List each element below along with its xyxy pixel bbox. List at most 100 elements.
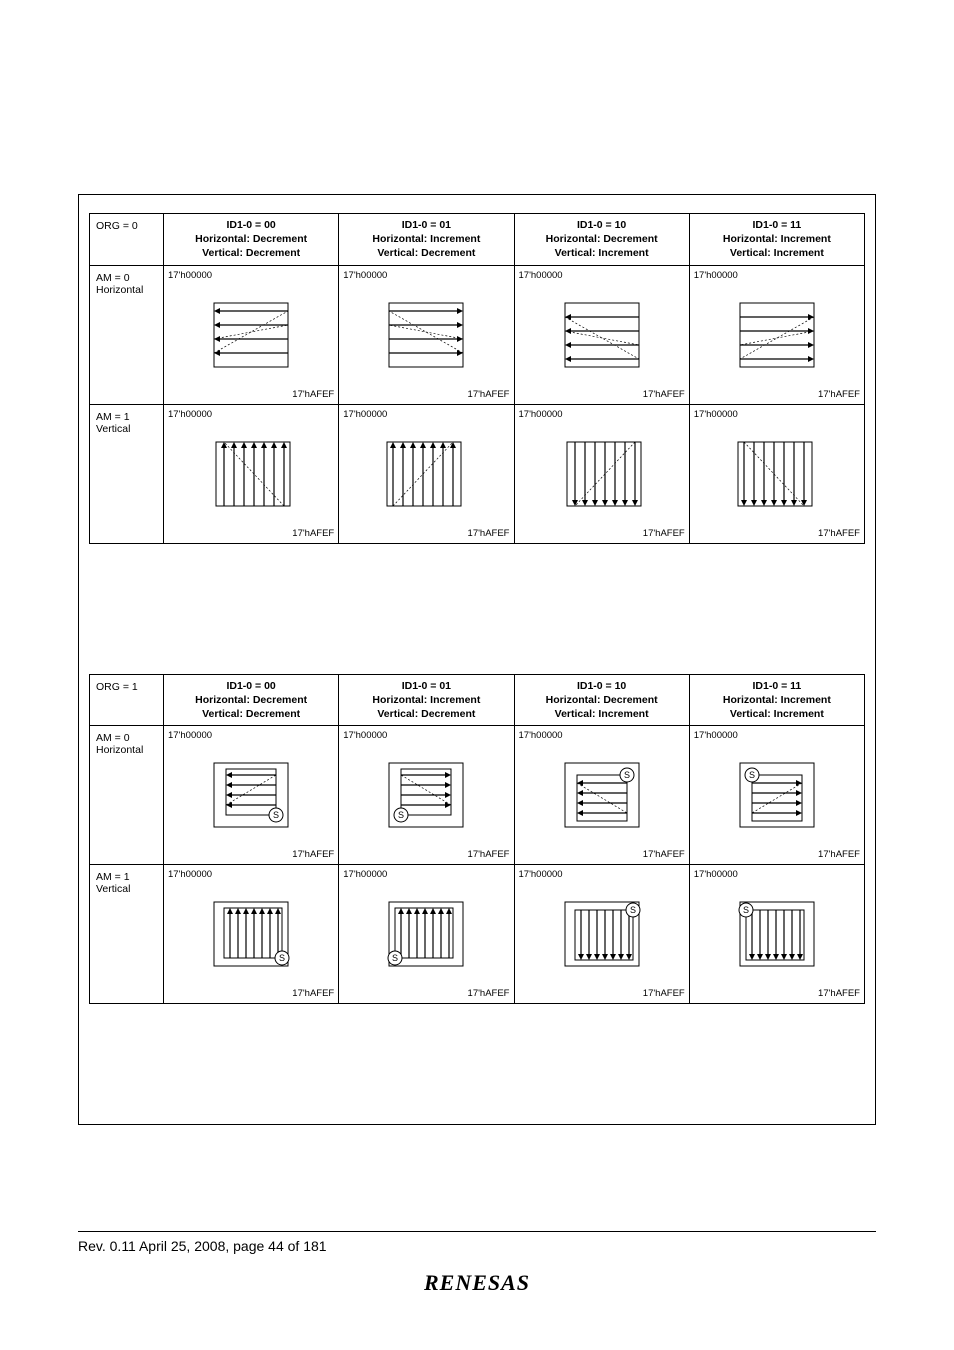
page-footer: Rev. 0.11 April 25, 2008, page 44 of 181… bbox=[78, 1231, 876, 1296]
addr-start: 17'h00000 bbox=[168, 409, 212, 420]
addr-start: 17'h00000 bbox=[343, 730, 387, 741]
col-hdr-2: ID1-0 = 10 Horizontal: Decrement Vertica… bbox=[514, 214, 689, 266]
row-head-0-1-l1: AM = 1 bbox=[96, 411, 157, 423]
scan-diagram-icon: S bbox=[515, 883, 689, 985]
col-hdr-1-l2: Horizontal: Increment bbox=[345, 232, 507, 246]
svg-text:S: S bbox=[273, 810, 279, 820]
addr-end: 17'hAFEF bbox=[818, 389, 860, 400]
col-hdr-b1-1-l3: Vertical: Decrement bbox=[345, 707, 507, 721]
col-hdr-0-l3: Vertical: Decrement bbox=[170, 246, 332, 260]
addr-start: 17'h00000 bbox=[168, 730, 212, 741]
addr-end: 17'hAFEF bbox=[643, 528, 685, 539]
scan-diagram-icon: S bbox=[515, 744, 689, 846]
renesas-logo: RENESAS bbox=[78, 1270, 876, 1296]
scan-diagram-icon bbox=[515, 284, 689, 386]
addr-end: 17'hAFEF bbox=[643, 849, 685, 860]
addr-end: 17'hAFEF bbox=[818, 528, 860, 539]
footer-rev: Rev. 0.11 April 25, 2008, page 44 of 181 bbox=[78, 1238, 327, 1254]
corner-org1-label: ORG = 1 bbox=[96, 681, 138, 693]
scan-diagram-icon bbox=[690, 284, 864, 386]
scan-diagram-icon bbox=[690, 423, 864, 525]
col-hdr-b1-1: ID1-0 = 01 Horizontal: Increment Vertica… bbox=[339, 674, 514, 726]
svg-text:S: S bbox=[279, 953, 285, 963]
addr-end: 17'hAFEF bbox=[292, 849, 334, 860]
scan-diagram-icon: S bbox=[690, 744, 864, 846]
addr-end: 17'hAFEF bbox=[818, 849, 860, 860]
svg-text:S: S bbox=[743, 905, 749, 915]
scan-diagram-icon bbox=[515, 423, 689, 525]
svg-text:S: S bbox=[398, 810, 404, 820]
cell-org0-am0-id10: 17'h00000 17'hAFEF bbox=[514, 265, 689, 404]
addr-end: 17'hAFEF bbox=[643, 988, 685, 999]
addr-end: 17'hAFEF bbox=[468, 389, 510, 400]
col-hdr-0-l1: ID1-0 = 00 bbox=[170, 218, 332, 232]
diagram-table-org0: ORG = 0 ID1-0 = 00 Horizontal: Decrement… bbox=[89, 213, 865, 544]
col-hdr-1: ID1-0 = 01 Horizontal: Increment Vertica… bbox=[339, 214, 514, 266]
addr-start: 17'h00000 bbox=[343, 409, 387, 420]
addr-end: 17'hAFEF bbox=[292, 528, 334, 539]
addr-start: 17'h00000 bbox=[694, 730, 738, 741]
scan-diagram-icon bbox=[339, 423, 513, 525]
cell-org1-am0-id01: 17'h00000 17'hAFEF bbox=[339, 726, 514, 865]
cell-org1-am0-id00: 17'h00000 17'hAFEF bbox=[164, 726, 339, 865]
addr-start: 17'h00000 bbox=[519, 869, 563, 880]
addr-end: 17'hAFEF bbox=[292, 988, 334, 999]
col-hdr-3-l1: ID1-0 = 11 bbox=[696, 218, 858, 232]
row-head-0-1: AM = 1 Vertical bbox=[90, 404, 164, 543]
figure-frame: ORG = 0 ID1-0 = 00 Horizontal: Decrement… bbox=[78, 194, 876, 1125]
addr-start: 17'h00000 bbox=[694, 409, 738, 420]
cell-org0-am1-id10: 17'h00000 17'hAFEF bbox=[514, 404, 689, 543]
cell-org1-am1-id00: 17'h00000 17'hAFEF bbox=[164, 865, 339, 1004]
svg-text:S: S bbox=[630, 905, 636, 915]
table-gap bbox=[89, 544, 865, 674]
row-head-1-1: AM = 1 Vertical bbox=[90, 865, 164, 1004]
cell-org1-am1-id11: 17'h00000 17'hAFEF bbox=[689, 865, 864, 1004]
cell-org1-am0-id11: 17'h00000 17'hAFEF bbox=[689, 726, 864, 865]
col-hdr-b1-2-l2: Horizontal: Decrement bbox=[521, 693, 683, 707]
col-hdr-b1-2-l1: ID1-0 = 10 bbox=[521, 679, 683, 693]
col-hdr-3-l2: Horizontal: Increment bbox=[696, 232, 858, 246]
col-hdr-b1-2: ID1-0 = 10 Horizontal: Decrement Vertica… bbox=[514, 674, 689, 726]
corner-org0-label: ORG = 0 bbox=[96, 220, 138, 232]
row-head-1-1-l2: Vertical bbox=[96, 883, 157, 895]
col-hdr-3-l3: Vertical: Increment bbox=[696, 246, 858, 260]
addr-start: 17'h00000 bbox=[343, 270, 387, 281]
col-hdr-0: ID1-0 = 00 Horizontal: Decrement Vertica… bbox=[164, 214, 339, 266]
cell-org0-am0-id01: 17'h00000 17'hAFEF bbox=[339, 265, 514, 404]
col-hdr-0-l2: Horizontal: Decrement bbox=[170, 232, 332, 246]
addr-end: 17'hAFEF bbox=[468, 849, 510, 860]
col-hdr-2-l3: Vertical: Increment bbox=[521, 246, 683, 260]
row-head-1-1-l1: AM = 1 bbox=[96, 871, 157, 883]
addr-start: 17'h00000 bbox=[694, 869, 738, 880]
col-hdr-b1-3-l1: ID1-0 = 11 bbox=[696, 679, 858, 693]
col-hdr-3: ID1-0 = 11 Horizontal: Increment Vertica… bbox=[689, 214, 864, 266]
col-hdr-b1-0-l3: Vertical: Decrement bbox=[170, 707, 332, 721]
col-hdr-b1-0: ID1-0 = 00 Horizontal: Decrement Vertica… bbox=[164, 674, 339, 726]
col-hdr-b1-1-l2: Horizontal: Increment bbox=[345, 693, 507, 707]
scan-diagram-icon bbox=[164, 423, 338, 525]
scan-diagram-icon: S bbox=[339, 744, 513, 846]
cell-org0-am1-id00: 17'h00000 17'hAFEF bbox=[164, 404, 339, 543]
row-head-0-0: AM = 0 Horizontal bbox=[90, 265, 164, 404]
scan-diagram-icon: S bbox=[164, 744, 338, 846]
cell-org1-am0-id10: 17'h00000 17'hAFEF bbox=[514, 726, 689, 865]
col-hdr-b1-0-l1: ID1-0 = 00 bbox=[170, 679, 332, 693]
col-hdr-b1-3-l2: Horizontal: Increment bbox=[696, 693, 858, 707]
scan-diagram-icon bbox=[339, 284, 513, 386]
row-head-1-0-l1: AM = 0 bbox=[96, 732, 157, 744]
cell-org0-am0-id00: 17'h00000 17'hAFEF bbox=[164, 265, 339, 404]
corner-org1: ORG = 1 bbox=[90, 674, 164, 726]
cell-org0-am1-id01: 17'h00000 17'hAFEF bbox=[339, 404, 514, 543]
addr-start: 17'h00000 bbox=[168, 270, 212, 281]
svg-text:S: S bbox=[749, 770, 755, 780]
row-head-0-0-l2: Horizontal bbox=[96, 284, 157, 296]
row-head-1-0-l2: Horizontal bbox=[96, 744, 157, 756]
addr-end: 17'hAFEF bbox=[643, 389, 685, 400]
addr-end: 17'hAFEF bbox=[292, 389, 334, 400]
row-head-1-0: AM = 0 Horizontal bbox=[90, 726, 164, 865]
row-head-0-1-l2: Vertical bbox=[96, 423, 157, 435]
col-hdr-b1-3: ID1-0 = 11 Horizontal: Increment Vertica… bbox=[689, 674, 864, 726]
col-hdr-1-l1: ID1-0 = 01 bbox=[345, 218, 507, 232]
addr-start: 17'h00000 bbox=[519, 270, 563, 281]
addr-start: 17'h00000 bbox=[168, 869, 212, 880]
